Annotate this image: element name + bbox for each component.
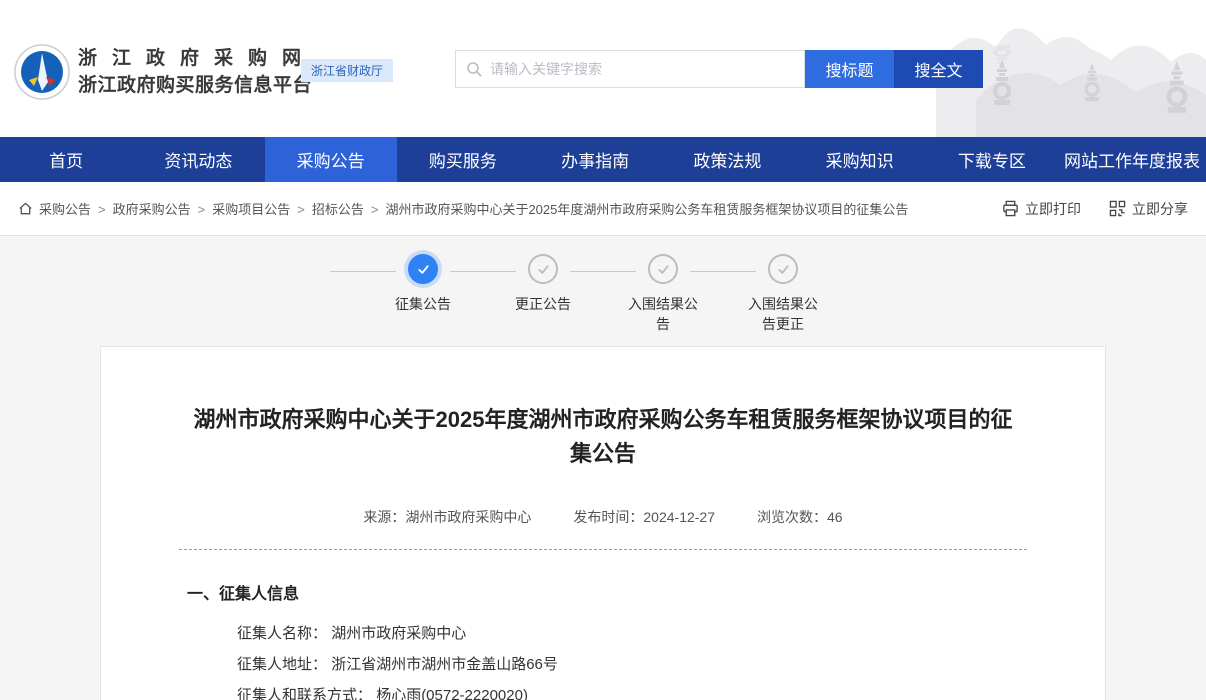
step-check-icon <box>768 254 798 284</box>
breadcrumb-item[interactable]: 采购项目公告 <box>191 199 291 218</box>
nav-item[interactable]: 资讯动态 <box>132 137 264 182</box>
article-title: 湖州市政府采购中心关于2025年度湖州市政府采购公务车租赁服务框架协议项目的征集… <box>188 403 1018 471</box>
main-nav: 首页 资讯动态 采购公告 购买服务 办事指南 政策法规 采购知识 下载专区 网站… <box>0 137 1206 182</box>
search-input[interactable] <box>490 61 794 77</box>
search-fulltext-button[interactable]: 搜全文 <box>894 50 983 88</box>
nav-item-label: 首页 <box>49 147 83 172</box>
breadcrumb: 采购公告 政府采购公告 采购项目公告 招标公告 湖州市政府采购中心关于2025年… <box>39 199 908 218</box>
step[interactable]: 更正公告 <box>483 254 603 334</box>
nav-item-label: 办事指南 <box>561 147 629 172</box>
step-check-icon <box>408 254 438 284</box>
nav-list: 首页 资讯动态 采购公告 购买服务 办事指南 政策法规 采购知识 下载专区 网站… <box>0 137 1206 182</box>
step-check-icon <box>648 254 678 284</box>
breadcrumb-bar: 采购公告 政府采购公告 采购项目公告 招标公告 湖州市政府采购中心关于2025年… <box>0 182 1206 236</box>
step-label: 更正公告 <box>503 294 583 314</box>
nav-item-label: 网站工作年度报表 <box>1064 147 1200 172</box>
dashed-divider <box>179 549 1027 550</box>
nav-item[interactable]: 购买服务 <box>397 137 529 182</box>
share-button[interactable]: 立即分享 <box>1109 199 1188 219</box>
site-brand[interactable]: 浙江政府采购网 浙江政府购买服务信息平台 <box>14 44 316 100</box>
search-title-button[interactable]: 搜标题 <box>805 50 894 88</box>
section-lines: 征集人名称： 湖州市政府采购中心 征集人地址： 浙江省湖州市湖州市金盖山路66号… <box>237 618 1027 700</box>
site-header: 浙江政府采购网 浙江政府购买服务信息平台 浙江省财政厅 搜标题 搜全文 <box>0 0 1206 137</box>
article-meta: 来源：湖州市政府采购中心 发布时间：2024-12-27 浏览次数：46 <box>179 507 1027 527</box>
step[interactable]: 入围结果公告 <box>603 254 723 334</box>
site-subtitle: 浙江政府购买服务信息平台 <box>78 72 316 99</box>
step-label: 入围结果公告更正 <box>743 294 823 334</box>
meta-view-count: 浏览次数：46 <box>757 507 843 527</box>
section-heading: 一、征集人信息 <box>187 580 1027 604</box>
nav-item[interactable]: 首页 <box>0 137 132 182</box>
step[interactable]: 征集公告 <box>363 254 483 334</box>
site-logo-icon <box>14 44 70 100</box>
nav-item[interactable]: 政策法规 <box>661 137 793 182</box>
breadcrumb-item[interactable]: 招标公告 <box>290 199 364 218</box>
step-check-icon <box>528 254 558 284</box>
nav-item-label: 资讯动态 <box>164 147 232 172</box>
nav-item[interactable]: 办事指南 <box>529 137 661 182</box>
nav-item[interactable]: 网站工作年度报表 <box>1058 137 1206 182</box>
nav-item-label: 购买服务 <box>429 147 497 172</box>
nav-item-label: 政策法规 <box>693 147 761 172</box>
breadcrumb-item[interactable]: 政府采购公告 <box>91 199 191 218</box>
qrcode-icon <box>1109 200 1126 217</box>
step[interactable]: 入围结果公告更正 <box>723 254 843 334</box>
meta-source: 来源：湖州市政府采购中心 <box>363 507 531 527</box>
breadcrumb-item[interactable]: 采购公告 <box>39 199 91 218</box>
announcement-steps: 征集公告 更正公告 入围结果公告 <box>0 236 1206 334</box>
search-icon <box>466 61 482 77</box>
authority-badge: 浙江省财政厅 <box>301 59 393 82</box>
step-connector <box>330 271 396 272</box>
step-connector <box>690 271 756 272</box>
info-line: 征集人地址： 浙江省湖州市湖州市金盖山路66号 <box>237 649 1027 680</box>
nav-item-label: 采购知识 <box>826 147 894 172</box>
nav-item-label: 下载专区 <box>958 147 1026 172</box>
nav-item[interactable]: 下载专区 <box>926 137 1058 182</box>
step-label: 入围结果公告 <box>623 294 703 334</box>
step-label: 征集公告 <box>383 294 463 314</box>
nav-item[interactable]: 采购公告 <box>265 137 397 182</box>
print-button[interactable]: 立即打印 <box>1002 199 1081 219</box>
nav-item[interactable]: 采购知识 <box>794 137 926 182</box>
home-icon[interactable] <box>18 201 33 216</box>
info-line: 征集人名称： 湖州市政府采购中心 <box>237 618 1027 649</box>
site-title: 浙江政府采购网 <box>78 45 316 72</box>
info-line: 征集人和联系方式： 杨心雨(0572-2220020) <box>237 680 1027 700</box>
search-box[interactable] <box>455 50 805 88</box>
printer-icon <box>1002 200 1019 217</box>
nav-item-label: 采购公告 <box>297 147 365 172</box>
step-connector <box>570 271 636 272</box>
search-bar: 搜标题 搜全文 <box>455 50 983 88</box>
article-card: 湖州市政府采购中心关于2025年度湖州市政府采购公务车租赁服务框架协议项目的征集… <box>100 346 1106 700</box>
step-connector <box>450 271 516 272</box>
meta-publish-date: 发布时间：2024-12-27 <box>573 507 715 527</box>
breadcrumb-item[interactable]: 湖州市政府采购中心关于2025年度湖州市政府采购公务车租赁服务框架协议项目的征集… <box>364 199 909 218</box>
